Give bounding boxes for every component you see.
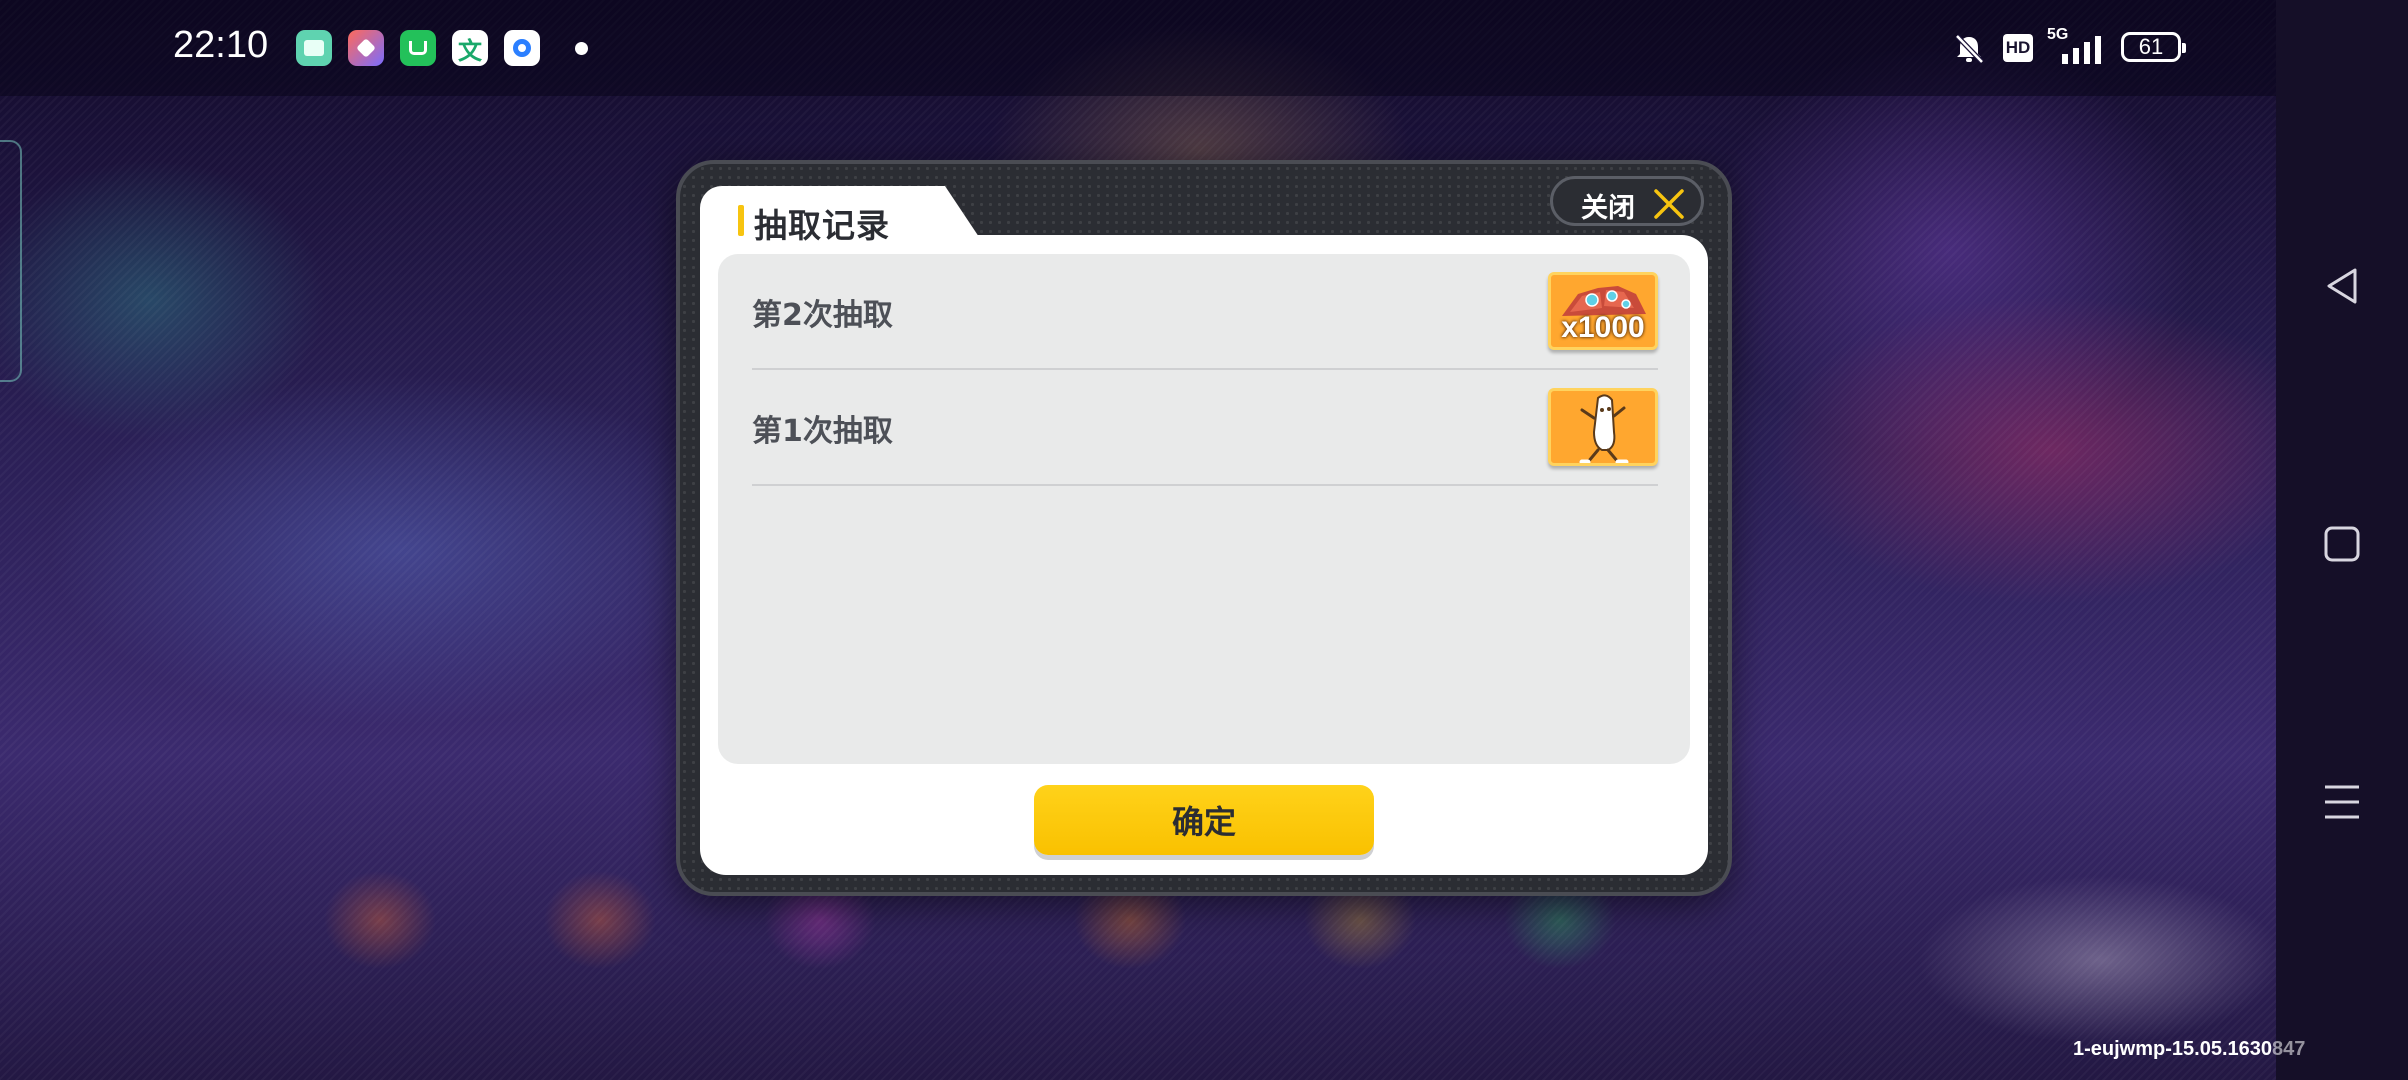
signal-strength-icon [2062, 36, 2101, 64]
home-square-icon [2324, 526, 2360, 562]
watermark-text: 1-eujwmp-15.05.1630 [2073, 1038, 2272, 1060]
status-clock: 22:10 [173, 24, 269, 66]
menu-lines-icon [2325, 785, 2359, 819]
record-label: 第2次抽取 [752, 298, 893, 333]
notes-app-icon [296, 30, 332, 66]
translate-app-icon: 文 [452, 30, 488, 66]
title-accent-bar [738, 205, 744, 236]
nav-menu-button[interactable] [2322, 782, 2362, 822]
back-triangle-icon [2327, 268, 2357, 304]
close-button-label: 关闭 [1581, 193, 1635, 224]
hd-voice-badge: HD [2003, 34, 2033, 62]
nav-back-button[interactable] [2322, 266, 2362, 306]
mute-bell-icon [1955, 34, 1984, 64]
build-watermark: 1-eujwmp-15.05.1630847 [2073, 1038, 2305, 1061]
record-row: 第1次抽取 [752, 370, 1658, 486]
side-panel-edge [0, 140, 22, 382]
more-notifications-dot [575, 42, 588, 55]
record-label: 第1次抽取 [752, 414, 893, 449]
character-emote-icon [1579, 394, 1629, 463]
reward-quantity: x1000 [1561, 311, 1645, 344]
confirm-button[interactable]: 确定 [1034, 785, 1374, 855]
nav-home-button[interactable] [2322, 524, 2362, 564]
watermark-suffix: 847 [2272, 1038, 2306, 1060]
reward-item[interactable] [1548, 388, 1658, 466]
close-icon [1654, 189, 1684, 219]
dialog-title: 抽取记录 [754, 206, 890, 245]
close-button[interactable]: 关闭 [1550, 176, 1704, 226]
wallet-app-icon [348, 30, 384, 66]
browser-app-icon [504, 30, 540, 66]
reward-item[interactable]: x1000 [1548, 272, 1658, 350]
record-row: 第2次抽取 x1000 [752, 254, 1658, 370]
store-app-icon [400, 30, 436, 66]
battery-indicator: 61 [2121, 32, 2186, 62]
